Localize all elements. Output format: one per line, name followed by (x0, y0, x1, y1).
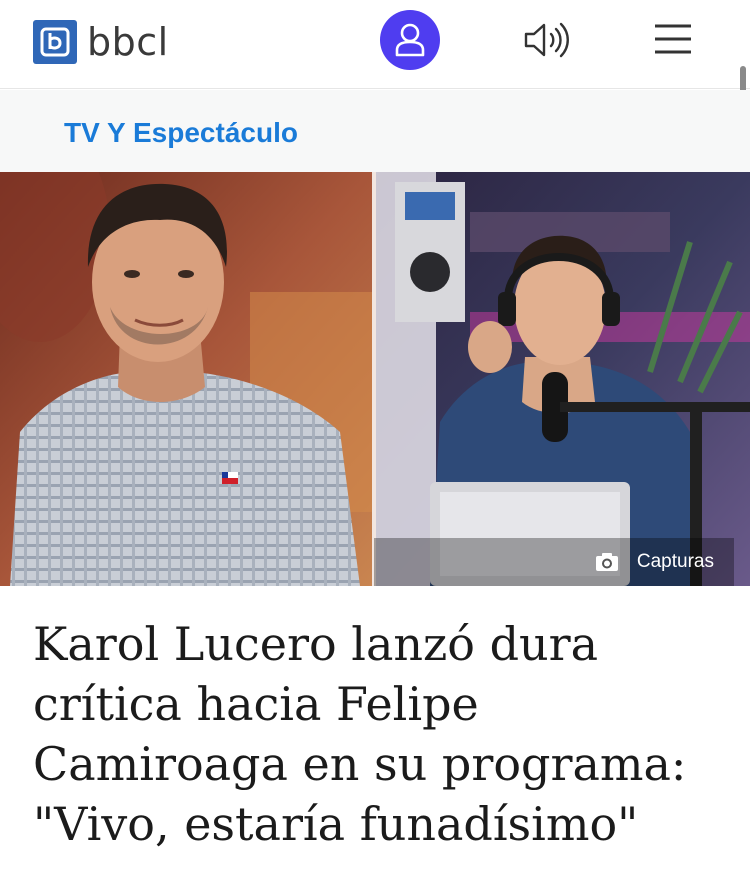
logo-text: bbcl (87, 20, 169, 64)
left-photo (0, 172, 372, 586)
top-navigation-bar: bbcl (0, 0, 750, 89)
section-link[interactable]: TV Y Espectáculo (64, 117, 298, 149)
card-top-edge (16, 586, 734, 602)
section-bar: TV Y Espectáculo (0, 90, 750, 172)
photo-caption: Capturas (374, 538, 734, 586)
bbcl-logo-icon (33, 20, 77, 64)
right-photo (376, 172, 750, 586)
hamburger-menu-icon (655, 24, 691, 54)
audio-button[interactable] (522, 20, 572, 60)
user-icon (395, 23, 425, 57)
caption-text: Capturas (636, 551, 714, 572)
speaker-icon (524, 22, 569, 58)
site-logo[interactable]: bbcl (33, 20, 169, 64)
menu-button[interactable] (653, 22, 693, 56)
hero-photo-collage (0, 172, 750, 586)
camera-icon (595, 553, 618, 571)
hero-image[interactable]: Capturas (0, 172, 750, 586)
user-account-button[interactable] (380, 10, 440, 70)
article-headline: Karol Lucero lanzó dura crítica hacia Fe… (33, 617, 687, 851)
